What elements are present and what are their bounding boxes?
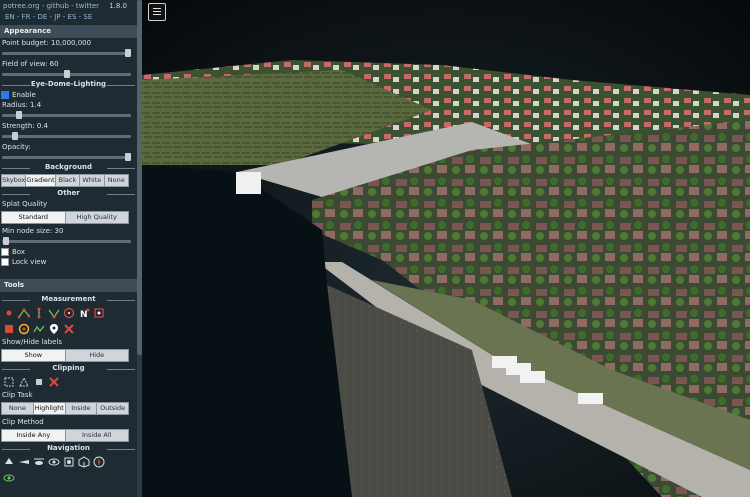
background-white-button[interactable]: White	[79, 174, 105, 187]
svg-text:N: N	[80, 310, 88, 319]
height-measure-icon[interactable]	[33, 307, 45, 319]
point-cloud-viewport[interactable]	[142, 0, 750, 497]
clip-volume-icon[interactable]	[3, 376, 15, 388]
background-gradient-button[interactable]: Gradient	[25, 174, 56, 187]
show-labels-button[interactable]: Show	[1, 349, 66, 362]
area-measure-icon[interactable]	[3, 323, 15, 335]
background-options: Skybox Gradient Black White None	[1, 174, 129, 187]
helicopter-controls-icon[interactable]	[33, 456, 45, 468]
background-heading: Background	[0, 163, 137, 173]
min-node-size-slider[interactable]	[2, 237, 131, 245]
navigation-heading: Navigation	[0, 444, 137, 454]
min-node-size-label: Min node size: 30	[2, 227, 64, 235]
version-label: 1.8.0	[109, 2, 127, 10]
splat-quality-label: Splat Quality	[2, 200, 48, 208]
other-heading: Other	[0, 189, 137, 199]
background-none-button[interactable]: None	[103, 174, 129, 187]
appearance-section-header[interactable]: Appearance	[0, 25, 137, 38]
edl-radius-slider[interactable]	[2, 111, 131, 119]
remove-clipping-icon[interactable]	[48, 376, 60, 388]
label-box-4	[520, 371, 545, 383]
clip-task-inside-button[interactable]: Inside	[64, 402, 98, 415]
box-checkbox[interactable]: Box	[0, 247, 137, 257]
label-box-5	[578, 393, 603, 404]
navigation-tools-row-2	[0, 470, 137, 486]
clip-task-options: None Highlight Inside Outside	[1, 402, 129, 415]
clip-task-none-button[interactable]: None	[1, 402, 34, 415]
hide-labels-button[interactable]: Hide	[64, 349, 129, 362]
measurement-heading: Measurement	[0, 295, 137, 305]
clip-task-outside-button[interactable]: Outside	[96, 402, 129, 415]
label-box-1	[236, 172, 261, 194]
edl-opacity-label: Opacity:	[2, 143, 31, 151]
measurement-tools-row-1: N	[0, 305, 137, 321]
cube-view-icon[interactable]	[78, 456, 90, 468]
lock-view-label: Lock view	[12, 258, 47, 266]
fov-slider[interactable]	[2, 70, 131, 78]
clipping-heading: Clipping	[0, 364, 137, 374]
background-skybox-button[interactable]: Skybox	[1, 174, 27, 187]
sphere-measure-icon[interactable]	[18, 323, 30, 335]
clip-polygon-icon[interactable]	[18, 376, 30, 388]
edl-enable-label: Enable	[12, 91, 36, 99]
volume-measure-icon[interactable]	[93, 307, 105, 319]
edl-radius-label: Radius: 1.4	[2, 101, 42, 109]
show-hide-labels-label: Show/Hide labels	[2, 338, 63, 346]
clip-box-icon[interactable]	[33, 376, 45, 388]
menu-toggle-button[interactable]	[148, 3, 166, 21]
circle-measure-icon[interactable]	[63, 307, 75, 319]
point-budget-slider[interactable]	[2, 49, 132, 57]
edl-heading: Eye-Dome-Lighting	[0, 80, 137, 90]
splat-quality-options: Standard High Quality	[1, 211, 129, 224]
splat-standard-button[interactable]: Standard	[1, 211, 66, 224]
navigation-tools-row	[0, 454, 137, 470]
angle-measure-icon[interactable]	[48, 307, 60, 319]
profile-measure-icon[interactable]	[33, 323, 45, 335]
box-label: Box	[12, 248, 26, 256]
earth-controls-icon[interactable]	[3, 456, 15, 468]
compass-icon[interactable]	[93, 456, 105, 468]
background-black-button[interactable]: Black	[54, 174, 81, 187]
edl-enable-checkbox[interactable]: Enable	[0, 90, 137, 100]
clip-task-highlight-button[interactable]: Highlight	[32, 402, 66, 415]
splat-high-quality-button[interactable]: High Quality	[64, 211, 129, 224]
edl-strength-slider[interactable]	[2, 132, 131, 140]
clip-method-label: Clip Method	[2, 418, 44, 426]
tools-section-header[interactable]: Tools	[0, 279, 137, 292]
lock-view-checkbox[interactable]: Lock view	[0, 257, 137, 267]
header-links[interactable]: potree.org - github - twitter 1.8.0	[0, 0, 137, 12]
language-links[interactable]: EN - FR - DE - JP - ES - SE	[0, 12, 137, 24]
clipping-tools-row	[0, 374, 137, 390]
project-links[interactable]: potree.org - github - twitter	[3, 2, 99, 10]
clip-task-label: Clip Task	[2, 391, 33, 399]
clip-method-inside-any-button[interactable]: Inside Any	[1, 429, 66, 442]
distance-measure-icon[interactable]	[18, 307, 30, 319]
edl-strength-label: Strength: 0.4	[2, 122, 48, 130]
clip-method-inside-all-button[interactable]: Inside All	[64, 429, 129, 442]
fly-controls-icon[interactable]	[18, 456, 30, 468]
focus-icon[interactable]	[63, 456, 75, 468]
edl-opacity-slider[interactable]	[2, 153, 132, 161]
remove-measurements-icon[interactable]	[63, 323, 75, 335]
sidebar: potree.org - github - twitter 1.8.0 EN -…	[0, 0, 138, 497]
point-budget-label: Point budget: 10,000,000	[2, 39, 92, 47]
clip-method-options: Inside Any Inside All	[1, 429, 129, 442]
orbit-controls-icon[interactable]	[48, 456, 60, 468]
show-hide-buttons: Show Hide	[1, 349, 129, 362]
eye-icon[interactable]	[3, 472, 15, 484]
measurement-tools-row-2	[0, 321, 137, 337]
azimuth-measure-icon[interactable]: N	[78, 307, 90, 319]
fov-label: Field of view: 60	[2, 60, 59, 68]
point-measure-icon[interactable]	[3, 307, 15, 319]
annotation-icon[interactable]	[48, 323, 60, 335]
